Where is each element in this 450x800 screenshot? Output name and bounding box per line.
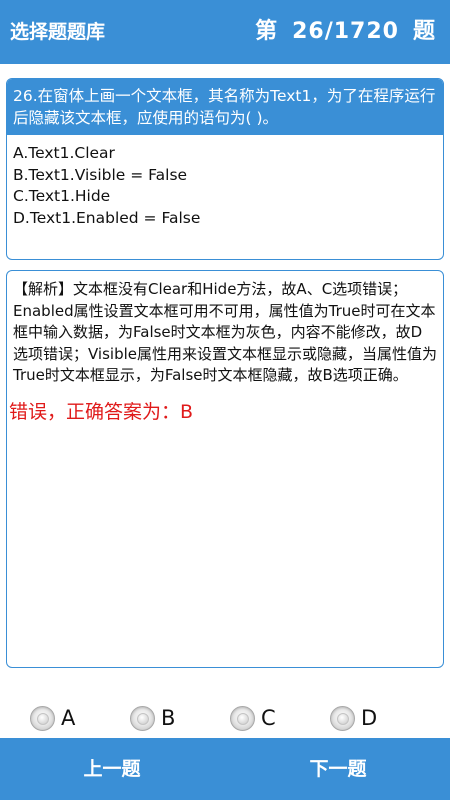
answer-choices: A B C D [0,700,450,736]
choice-a-label: A [61,706,76,730]
header-bar: 选择题题库 第 26/1720 题 [0,0,450,64]
bottom-nav-bar: 上一题 下一题 [0,738,450,800]
choice-c-label: C [261,706,276,730]
choice-c-radio[interactable]: C [230,700,276,736]
choice-b-radio[interactable]: B [130,700,175,736]
choice-a-radio[interactable]: A [30,700,75,736]
choice-b-label: B [161,706,176,730]
option-b: B.Text1.Visible = False [13,165,188,184]
question-counter: 第 26/1720 题 [255,0,436,64]
question-stem: 26.在窗体上画一个文本框，其名称为Text1，为了在程序运行后隐藏该文本框，应… [7,79,443,135]
analysis-text: 【解析】文本框没有Clear和Hide方法，故A、C选项错误；Enabled属性… [13,280,438,384]
counter-value: 26/1720 [292,19,399,44]
analysis-card: 【解析】文本框没有Clear和Hide方法，故A、C选项错误；Enabled属性… [6,270,444,668]
answer-result: 错误，正确答案为：B [9,400,194,423]
choice-d-label: D [361,706,378,730]
radio-icon [30,705,55,731]
prev-question-button[interactable]: 上一题 [37,738,187,800]
radio-icon [330,705,355,731]
counter-prefix: 第 [255,19,279,44]
options-list: A.Text1.Clear B.Text1.Visible = False C.… [7,135,443,237]
radio-icon [230,705,255,731]
next-question-button[interactable]: 下一题 [263,738,413,800]
radio-icon [130,705,155,731]
app-title: 选择题题库 [10,21,106,43]
question-card: 26.在窗体上画一个文本框，其名称为Text1，为了在程序运行后隐藏该文本框，应… [6,78,444,260]
counter-suffix: 题 [412,19,436,44]
choice-d-radio[interactable]: D [330,700,377,736]
option-a: A.Text1.Clear [13,144,115,162]
quiz-screen: 选择题题库 第 26/1720 题 26.在窗体上画一个文本框，其名称为Text1，… [0,0,450,800]
option-d: D.Text1.Enabled = False [13,208,201,227]
option-c: C.Text1.Hide [13,187,111,205]
